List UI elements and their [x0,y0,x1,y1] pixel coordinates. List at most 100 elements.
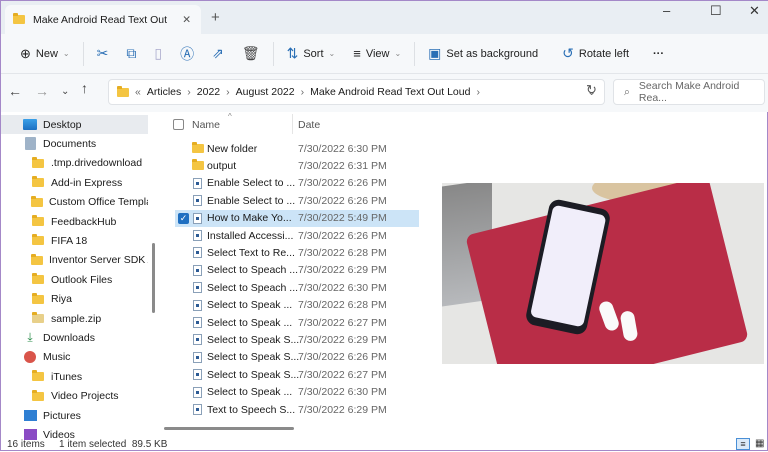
sidebar-item-label: FIFA 18 [51,234,88,247]
paste-button[interactable]: ▯ [145,45,171,62]
file-row[interactable]: output 7/30/2022 6:31 PM [175,157,419,174]
sidebar-item-riya[interactable]: Riya [1,290,148,309]
file-row[interactable]: Select to Speak ... 7/30/2022 6:28 PM [175,297,419,314]
sidebar-item-label: Add-in Express [51,176,123,189]
breadcrumb-articles[interactable]: Articles [147,86,181,98]
folder-icon [117,85,129,97]
file-row[interactable]: Select to Speach ... 7/30/2022 6:30 PM [175,279,419,296]
file-date: 7/30/2022 6:29 PM [298,403,387,416]
column-header-name[interactable]: Name [192,119,220,131]
file-date: 7/30/2022 6:28 PM [298,246,387,259]
refresh-icon[interactable]: ↻ [586,82,597,98]
new-button[interactable]: ⊕ New ⌄ [11,46,79,62]
sidebar-item-sample-zip[interactable]: sample.zip [1,309,148,328]
sidebar-item-outlook-files[interactable]: Outlook Files [1,270,148,289]
pictures-icon [23,410,37,421]
sidebar-item-video-projects[interactable]: Video Projects [1,387,148,406]
file-row[interactable]: Select to Speach ... 7/30/2022 6:29 PM [175,262,419,279]
file-name: Select to Speak ... [207,386,293,399]
row-checkbox[interactable]: ✓ [178,212,189,224]
delete-button[interactable]: 🗑 [233,45,269,62]
image-file-icon [193,317,202,328]
folder-icon [31,370,45,382]
folder-icon [31,292,45,304]
maximize-button[interactable]: ☐ [710,3,722,19]
tab-active[interactable]: Make Android Read Text Out ✕ [5,5,201,34]
up-button[interactable]: ↑ [81,80,88,96]
search-input[interactable]: ⌕ Search Make Android Rea... [613,79,765,105]
sidebar-item-feedbackhub[interactable]: FeedbackHub [1,212,148,231]
file-row[interactable]: Select Text to Re... 7/30/2022 6:28 PM [175,244,419,261]
file-row[interactable]: Select to Speak S... 7/30/2022 6:26 PM [175,349,419,366]
sidebar-item-desktop[interactable]: Desktop [1,115,148,134]
file-row[interactable]: Select to Speak S... 7/30/2022 6:29 PM [175,331,419,348]
file-row[interactable]: ✓ How to Make Yo... 7/30/2022 5:49 PM [175,209,419,227]
file-row[interactable]: Installed Accessi... 7/30/2022 6:26 PM [175,227,419,244]
rename-button[interactable]: Ⓐ [171,44,203,64]
sidebar-item-downloads[interactable]: ⤓ Downloads [1,328,148,347]
file-name: Select to Speak S... [207,368,300,381]
sidebar-scrollbar[interactable] [152,243,155,313]
sidebar-item-inventor-server-sdk-acad[interactable]: Inventor Server SDK ACAD [1,251,148,270]
file-row[interactable]: Enable Select to ... 7/30/2022 6:26 PM [175,192,419,209]
tiles-view-button[interactable]: ▦ [755,438,764,449]
new-tab-button[interactable]: + [211,9,220,26]
breadcrumb-current-folder[interactable]: Make Android Read Text Out Loud [310,86,470,98]
column-header-date[interactable]: Date [298,119,320,131]
view-button[interactable]: ≡ View ⌄ [344,46,410,61]
sidebar-item-label: iTunes [51,370,83,383]
file-date: 7/30/2022 6:29 PM [298,333,387,346]
share-button[interactable]: ⇗ [203,45,233,62]
sidebar-item-label: sample.zip [51,312,102,325]
rotate-left-button[interactable]: ↺ Rotate left [553,45,638,62]
file-row[interactable]: Select to Speak S... 7/30/2022 6:27 PM [175,366,419,383]
file-row[interactable]: New folder 7/30/2022 6:30 PM [175,140,419,157]
forward-button[interactable]: → [35,83,49,99]
more-options-button[interactable]: ··· [644,48,673,60]
details-view-button[interactable]: ≡ [736,438,750,450]
folder-icon [31,273,45,285]
breadcrumb-2022[interactable]: 2022 [197,86,220,98]
sidebar-item-music[interactable]: Music [1,348,148,367]
downloads-icon: ⤓ [27,330,33,345]
sidebar-item-tmp-drivedownload[interactable]: .tmp.drivedownload [1,154,148,173]
image-file-icon [193,230,202,241]
sort-button[interactable]: ⇅ Sort ⌄ [278,45,345,62]
file-name: Text to Speech S... [207,403,296,416]
file-row[interactable]: Enable Select to ... 7/30/2022 6:26 PM [175,175,419,192]
recent-locations-button[interactable]: ⌄ [61,86,69,97]
sidebar-item-label: Desktop [43,118,82,131]
folder-icon [31,234,45,246]
preview-image [442,183,764,364]
breadcrumb-overflow[interactable]: « [135,86,141,98]
minimize-button[interactable]: – [663,3,670,18]
sidebar-item-custom-office-templates[interactable]: Custom Office Templates [1,193,148,212]
sidebar-item-add-in-express[interactable]: Add-in Express [1,173,148,192]
breadcrumb[interactable]: « Articles › 2022 › August 2022 › Make Andr… [108,79,605,105]
folder-icon [192,159,204,171]
sidebar-item-label: Custom Office Templates [49,196,148,209]
back-button[interactable]: ← [8,83,22,99]
set-as-background-button[interactable]: ▣ Set as background [419,45,547,62]
file-row[interactable]: Select to Speak ... 7/30/2022 6:27 PM [175,314,419,331]
file-list-scrollbar[interactable] [164,427,294,430]
cut-button[interactable]: ✂ [88,45,118,62]
sidebar-item-label: Video Projects [51,390,119,403]
file-row[interactable]: Select to Speak ... 7/30/2022 6:30 PM [175,384,419,401]
file-name: Select to Speach ... [207,264,299,277]
breadcrumb-august-2022[interactable]: August 2022 [236,86,295,98]
file-list: ^ Name Date New folder 7/30/2022 6:30 PM o… [163,112,419,440]
file-name: Enable Select to ... [207,177,296,190]
sidebar-item-fifa-18[interactable]: FIFA 18 [1,231,148,250]
file-row[interactable]: Text to Speech S... 7/30/2022 6:29 PM [175,401,419,418]
sidebar-item-itunes[interactable]: iTunes [1,367,148,386]
close-button[interactable]: ✕ [749,3,760,19]
sidebar-item-documents[interactable]: Documents [1,134,148,153]
tab-close-button[interactable]: ✕ [182,14,191,26]
file-date: 7/30/2022 6:27 PM [298,316,387,329]
copy-button[interactable]: ⧉ [117,45,145,62]
sidebar-item-pictures[interactable]: Pictures [1,406,148,425]
file-name: Select to Speak S... [207,333,300,346]
share-icon: ⇗ [212,45,224,61]
select-all-checkbox[interactable] [173,119,184,130]
